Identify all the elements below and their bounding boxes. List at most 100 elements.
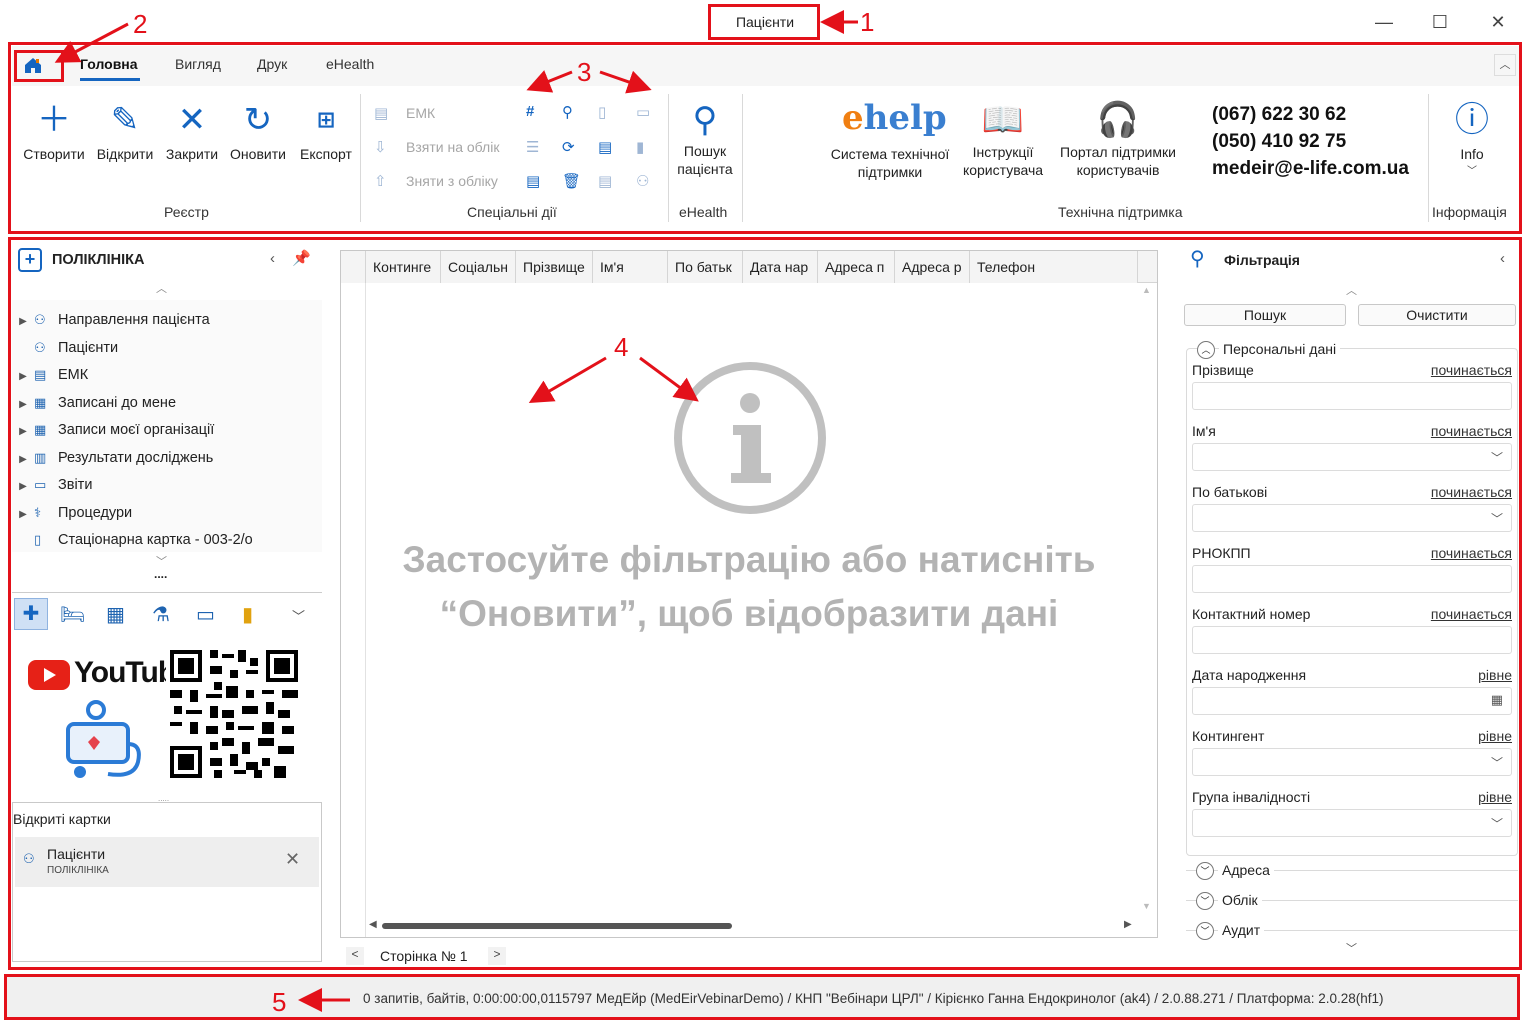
collapse-section-icon[interactable]: ︿ <box>1197 341 1215 359</box>
scroll-down-arrow-icon[interactable]: ▼ <box>1142 901 1151 911</box>
disability-combobox[interactable]: ﹀ <box>1192 809 1512 837</box>
filter-scroll-down-icon[interactable]: ﹀ <box>1346 940 1357 956</box>
close-record-button[interactable]: ✕ Закрити <box>160 102 224 162</box>
module-more-icon[interactable]: ﹀ <box>292 606 305 625</box>
chevron-down-icon[interactable]: ﹀ <box>1491 449 1503 466</box>
chevron-down-icon[interactable]: ﹀ <box>1491 754 1503 771</box>
expand-section-icon[interactable]: ﹀ <box>1196 862 1214 880</box>
horizontal-scrollbar[interactable]: ◀ ▶ <box>366 917 1139 935</box>
patronymic-combobox[interactable]: ﹀ <box>1192 504 1512 532</box>
expand-arrow-icon[interactable]: ▶ <box>12 365 34 389</box>
expand-arrow-icon[interactable]: ▶ <box>12 420 34 444</box>
column-header[interactable]: Телефон <box>970 251 1138 283</box>
rnokpp-input[interactable] <box>1192 565 1512 593</box>
tab-home[interactable]: Головна <box>80 56 138 72</box>
contingent-combobox[interactable]: ﹀ <box>1192 748 1512 776</box>
doc-check-icon[interactable]: ▤ <box>598 138 612 156</box>
refresh-button[interactable]: ↻ Оновити <box>226 102 290 162</box>
expand-arrow-icon[interactable]: ▶ <box>12 475 34 499</box>
expand-section-icon[interactable]: ﹀ <box>1196 892 1214 910</box>
vertical-scrollbar[interactable]: ▲ ▼ <box>1139 283 1155 917</box>
address-section[interactable]: ﹀ Адреса <box>1186 862 1518 884</box>
chevron-down-icon[interactable]: ﹀ <box>1491 815 1503 832</box>
scroll-left-arrow-icon[interactable]: ◀ <box>369 919 377 930</box>
column-header[interactable]: Адреса р <box>895 251 970 283</box>
search-small-icon[interactable]: ⚲ <box>562 103 573 121</box>
collapse-filter-icon[interactable]: ‹ <box>1500 250 1505 267</box>
ehelp-logo[interactable]: ehelp <box>842 98 947 138</box>
register-action[interactable]: Взяти на облік <box>406 139 499 155</box>
field-operator[interactable]: рівне <box>1478 667 1512 683</box>
column-header[interactable]: Дата нар <box>743 251 818 283</box>
column-header[interactable]: По батьк <box>668 251 743 283</box>
expand-arrow-icon[interactable]: ▶ <box>12 393 34 417</box>
tab-ehealth[interactable]: eHealth <box>326 56 374 72</box>
filter-clear-button[interactable]: Очистити <box>1358 304 1516 326</box>
chevron-down-icon[interactable]: ﹀ <box>1491 510 1503 527</box>
filter-search-button[interactable]: Пошук <box>1184 304 1346 326</box>
tab-print[interactable]: Друк <box>257 56 287 72</box>
tree-item-procedures[interactable]: ▶ ⚕ Процедури <box>12 501 132 525</box>
field-operator[interactable]: рівне <box>1478 728 1512 744</box>
module-lab-icon[interactable]: ⚗ <box>152 602 170 627</box>
module-book-icon[interactable]: ▮ <box>242 602 253 627</box>
tree-item-emk[interactable]: ▶ ▤ ЕМК <box>12 363 88 387</box>
sync-icon[interactable]: ⟳ <box>562 138 575 156</box>
column-header[interactable]: Континге <box>366 251 441 283</box>
close-icon[interactable]: ✕ <box>1486 10 1510 34</box>
open-card-item[interactable]: ⚇ Пацієнти ПОЛІКЛІНІКА ✕ <box>15 837 319 887</box>
expand-arrow-icon[interactable]: ▶ <box>12 503 34 527</box>
tree-item-inpatient-card[interactable]: ▯ Стаціонарна картка - 003-2/о <box>12 528 253 552</box>
open-button[interactable]: ✎ Відкрити <box>92 102 158 162</box>
field-operator[interactable]: починається <box>1431 423 1512 439</box>
export-button[interactable]: ⊞ Експорт <box>294 102 358 162</box>
accounting-section[interactable]: ﹀ Облік <box>1186 892 1518 914</box>
column-header[interactable]: Прізвище <box>516 251 593 283</box>
birthdate-input[interactable]: ▦ <box>1192 687 1512 715</box>
support-portal-button[interactable]: 🎧 Портал підтримки користувачів <box>1052 102 1184 179</box>
expand-section-icon[interactable]: ﹀ <box>1196 922 1214 940</box>
trash-icon[interactable]: 🗑 <box>562 172 581 190</box>
hash-icon[interactable]: # <box>526 103 534 120</box>
info-button[interactable]: ⓘ Info ﹀ <box>1438 102 1506 177</box>
create-button[interactable]: ＋ Створити <box>20 102 88 162</box>
field-operator[interactable]: починається <box>1431 362 1512 378</box>
tab-view[interactable]: Вигляд <box>175 56 221 72</box>
scroll-thumb[interactable] <box>382 923 732 929</box>
module-clinic-icon[interactable]: ✚ <box>14 598 48 630</box>
support-system-button[interactable]: Система технічної підтримки <box>824 145 956 181</box>
column-header[interactable]: Адреса п <box>818 251 895 283</box>
doc-refresh-icon[interactable]: ▤ <box>526 172 540 190</box>
scroll-up-icon[interactable]: ︿ <box>156 280 167 296</box>
module-calendar-icon[interactable]: ▦ <box>106 602 125 627</box>
field-operator[interactable]: починається <box>1431 545 1512 561</box>
scroll-up-arrow-icon[interactable]: ▲ <box>1142 285 1151 295</box>
column-header[interactable]: Ім'я <box>593 251 668 283</box>
minimize-icon[interactable]: — <box>1372 10 1396 34</box>
tree-item-reports[interactable]: ▶ ▭ Звіти <box>12 473 92 497</box>
module-bed-icon[interactable]: 🛏 <box>60 602 85 627</box>
close-card-icon[interactable]: ✕ <box>285 849 300 870</box>
support-email[interactable]: medeir@e-life.com.ua <box>1212 158 1409 180</box>
emk-action[interactable]: ЕМК <box>406 105 435 121</box>
collapse-ribbon-icon[interactable]: ︿ <box>1494 54 1516 76</box>
home-icon[interactable] <box>22 54 44 76</box>
field-operator[interactable]: починається <box>1431 606 1512 622</box>
tree-item-results[interactable]: ▶ ▥ Результати досліджень <box>12 446 213 470</box>
scroll-right-arrow-icon[interactable]: ▶ <box>1124 919 1132 930</box>
tree-item-org-appointments[interactable]: ▶ ▦ Записи моєї організації <box>12 418 214 442</box>
tree-item-patients[interactable]: ⚇ Пацієнти <box>12 336 118 360</box>
promo-image[interactable]: YouTube <box>14 640 316 786</box>
user-instructions-button[interactable]: 📖 Інструкції користувача <box>956 102 1050 179</box>
tree-item-my-appointments[interactable]: ▶ ▦ Записані до мене <box>12 391 176 415</box>
expand-arrow-icon[interactable]: ▶ <box>12 448 34 472</box>
field-operator[interactable]: починається <box>1431 484 1512 500</box>
pin-icon[interactable]: 📌 <box>292 249 311 267</box>
unregister-action[interactable]: Зняти з обліку <box>406 173 498 189</box>
field-operator[interactable]: рівне <box>1478 789 1512 805</box>
filter-scroll-up-icon[interactable]: ︿ <box>1346 282 1357 298</box>
patient-search-button[interactable]: ⚲ Пошук пацієнта <box>670 102 740 178</box>
tree-item-referral[interactable]: ▶ ⚇ Направлення пацієнта <box>12 308 210 332</box>
calendar-icon[interactable]: ▦ <box>1491 692 1503 708</box>
surname-input[interactable] <box>1192 382 1512 410</box>
